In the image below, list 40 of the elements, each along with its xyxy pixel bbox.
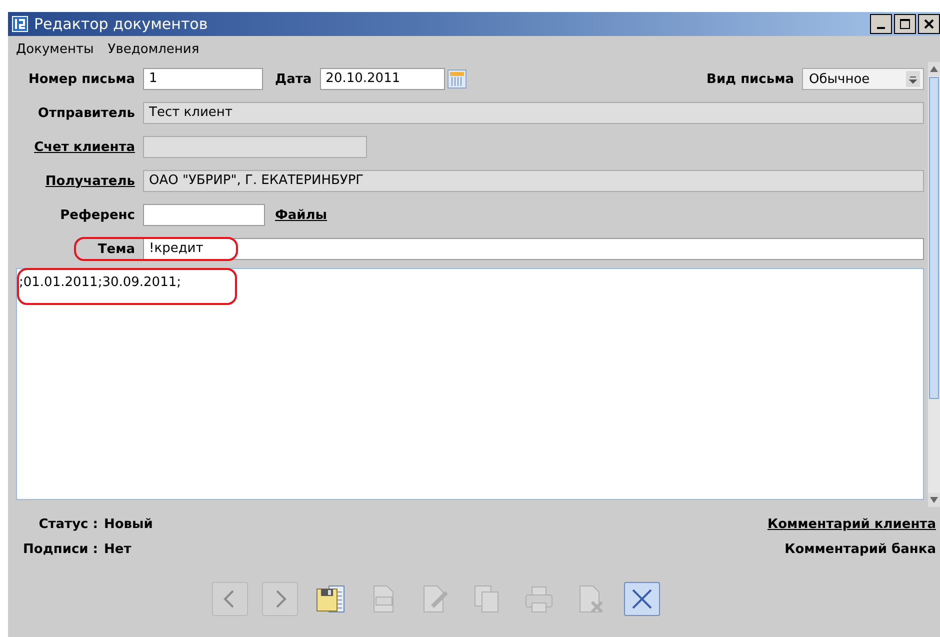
files-link[interactable]: Файлы [275, 208, 328, 222]
field-link[interactable]: Получатель [8, 174, 135, 188]
field-label: Номер письма [27, 72, 135, 86]
field-link[interactable]: Счет клиента [8, 140, 135, 154]
comment-label: Комментарий банка [784, 542, 936, 557]
readonly-field[interactable] [143, 136, 367, 158]
menu-item[interactable]: Уведомления [108, 42, 200, 56]
letter-type-dropdown[interactable]: Обычное [802, 68, 924, 90]
field-label: Вид письма [706, 72, 794, 86]
field-label: Отправитель [36, 106, 135, 120]
status-label: Подписи : [22, 542, 98, 557]
field-label: Тема [96, 242, 135, 256]
close-icon [923, 18, 935, 30]
message-body-field[interactable]: ;01.01.2011;30.09.2011; [16, 268, 924, 500]
calendar-icon[interactable] [446, 69, 467, 89]
scroll-down-icon [928, 493, 940, 507]
field-label: Референс [59, 208, 135, 222]
minimize-button[interactable] [870, 14, 892, 34]
minimize-icon [877, 27, 885, 29]
maximize-button[interactable] [894, 14, 916, 34]
readonly-field[interactable]: ОАО "УБРИР", Г. ЕКАТЕРИНБУРГ [143, 170, 924, 192]
status-value: Новый [104, 517, 153, 532]
input-field[interactable] [143, 204, 265, 226]
window-title: Редактор документов [34, 15, 209, 33]
close-button[interactable] [918, 14, 940, 34]
status-value: Нет [104, 542, 132, 557]
menu-item[interactable]: Документы [16, 42, 94, 56]
field-label: Дата [275, 72, 312, 86]
letter-number-field[interactable]: 1 [143, 68, 263, 90]
comment-link[interactable]: Комментарий клиента [767, 517, 936, 532]
status-label: Статус : [38, 517, 98, 532]
app-icon [12, 16, 28, 32]
input-field[interactable]: !кредит [143, 238, 924, 260]
readonly-field[interactable]: Тест клиент [143, 102, 924, 124]
maximize-icon [899, 18, 911, 30]
scroll-up-icon [928, 62, 940, 76]
caret-icon [906, 71, 920, 87]
scrollbar[interactable] [928, 62, 940, 507]
save-icon [315, 583, 347, 615]
date-field[interactable]: 20.10.2011 [320, 68, 445, 90]
